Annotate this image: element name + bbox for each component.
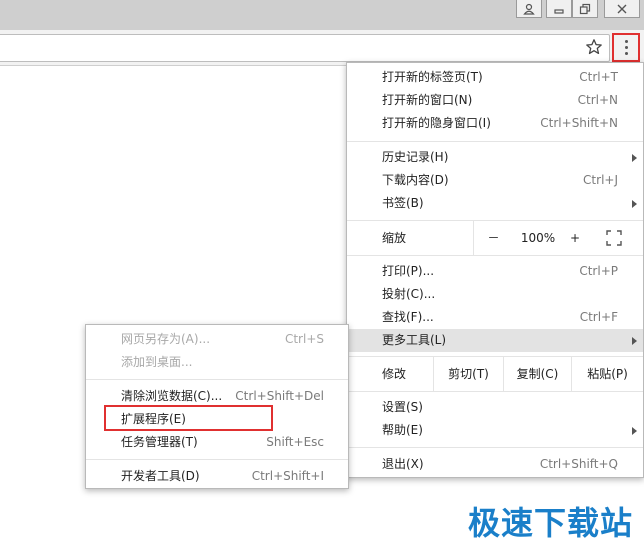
menu-row-zoom: 缩放 － 100% +: [347, 221, 643, 255]
menu-item-label: 打开新的窗口(N): [382, 93, 473, 107]
menu-item-shortcut: Ctrl+Shift+Q: [539, 457, 618, 471]
menu-item-label: 历史记录(H): [382, 150, 449, 164]
menu-item-label: 退出(X): [382, 457, 424, 471]
menu-item-cast[interactable]: 投射(C)...: [347, 283, 643, 306]
fullscreen-icon[interactable]: [606, 230, 622, 246]
chrome-main-menu: 打开新的标签页(T) Ctrl+T 打开新的窗口(N) Ctrl+N 打开新的隐…: [346, 62, 644, 478]
menu-item-label: 清除浏览数据(C)...: [121, 389, 223, 403]
star-icon[interactable]: [585, 38, 603, 56]
menu-row-edit: 修改 剪切(T) 复制(C) 粘贴(P): [347, 357, 643, 391]
submenu-item-add-to-desktop: 添加到桌面...: [86, 351, 348, 374]
menu-item-label: 开发者工具(D): [121, 469, 200, 483]
zoom-in-button[interactable]: +: [563, 221, 587, 255]
menu-item-shortcut: Ctrl+Shift+Del: [235, 389, 324, 403]
menu-separator: [347, 447, 643, 448]
menu-item-find[interactable]: 查找(F)... Ctrl+F: [347, 306, 643, 329]
menu-item-label: 帮助(E): [382, 423, 423, 437]
chevron-right-icon: [632, 154, 637, 162]
menu-item-shortcut: Ctrl+P: [579, 264, 618, 278]
submenu-item-dev-tools[interactable]: 开发者工具(D) Ctrl+Shift+I: [86, 465, 348, 488]
menu-item-settings[interactable]: 设置(S): [347, 396, 643, 419]
paste-button[interactable]: 粘贴(P): [571, 357, 643, 391]
menu-item-label: 书签(B): [382, 196, 424, 210]
menu-separator: [86, 379, 348, 380]
restore-icon[interactable]: [572, 0, 598, 18]
menu-item-exit[interactable]: 退出(X) Ctrl+Shift+Q: [347, 453, 643, 476]
menu-item-bookmarks[interactable]: 书签(B): [347, 192, 643, 215]
copy-button[interactable]: 复制(C): [503, 357, 571, 391]
menu-item-label: 下载内容(D): [382, 173, 449, 187]
menu-item-label: 打开新的隐身窗口(I): [382, 116, 491, 130]
menu-item-shortcut: Ctrl+F: [579, 310, 618, 324]
menu-item-shortcut: Ctrl+T: [579, 70, 618, 84]
minimize-icon[interactable]: [546, 0, 572, 18]
three-dots-icon[interactable]: [612, 33, 640, 62]
menu-item-label: 打开新的标签页(T): [382, 70, 483, 84]
menu-item-label: 添加到桌面...: [121, 355, 193, 369]
menu-item-label: 查找(F)...: [382, 310, 434, 324]
submenu-item-task-manager[interactable]: 任务管理器(T) Shift+Esc: [86, 431, 348, 454]
browser-toolbar: [0, 30, 644, 66]
menu-item-shortcut: Ctrl+J: [583, 173, 618, 187]
chevron-right-icon: [632, 337, 637, 345]
chevron-right-icon: [632, 200, 637, 208]
zoom-value: 100%: [520, 231, 556, 245]
menu-separator: [347, 141, 643, 142]
menu-item-shortcut: Ctrl+S: [284, 332, 324, 346]
zoom-out-button[interactable]: －: [473, 221, 513, 255]
menu-item-new-tab[interactable]: 打开新的标签页(T) Ctrl+T: [347, 66, 643, 89]
menu-item-shortcut: Ctrl+Shift+I: [251, 469, 324, 483]
menu-item-history[interactable]: 历史记录(H): [347, 146, 643, 169]
submenu-item-extensions[interactable]: 扩展程序(E): [86, 408, 348, 431]
menu-item-print[interactable]: 打印(P)... Ctrl+P: [347, 260, 643, 283]
menu-item-downloads[interactable]: 下载内容(D) Ctrl+J: [347, 169, 643, 192]
menu-item-label: 打印(P)...: [382, 264, 435, 278]
menu-item-label: 投射(C)...: [382, 287, 436, 301]
menu-item-shortcut: Ctrl+Shift+N: [540, 116, 618, 130]
menu-item-label: 扩展程序(E): [121, 412, 186, 426]
menu-item-shortcut: Shift+Esc: [266, 435, 324, 449]
menu-separator: [347, 391, 643, 392]
more-tools-submenu: 网页另存为(A)... Ctrl+S 添加到桌面... 清除浏览数据(C)...…: [85, 324, 349, 489]
zoom-label: 缩放: [382, 231, 407, 245]
close-icon[interactable]: [604, 0, 640, 18]
menu-separator: [347, 255, 643, 256]
menu-item-label: 网页另存为(A)...: [121, 332, 211, 346]
menu-item-label: 更多工具(L): [382, 333, 447, 347]
menu-item-more-tools[interactable]: 更多工具(L): [347, 329, 643, 352]
menu-item-new-incognito[interactable]: 打开新的隐身窗口(I) Ctrl+Shift+N: [347, 112, 643, 135]
chevron-right-icon: [632, 427, 637, 435]
site-watermark: 极速下载站: [468, 504, 634, 542]
cut-button[interactable]: 剪切(T): [433, 357, 503, 391]
menu-separator: [86, 459, 348, 460]
title-bar: [0, 0, 644, 30]
menu-item-new-window[interactable]: 打开新的窗口(N) Ctrl+N: [347, 89, 643, 112]
menu-item-shortcut: Ctrl+N: [577, 93, 618, 107]
menu-item-help[interactable]: 帮助(E): [347, 419, 643, 442]
address-bar[interactable]: [0, 34, 610, 62]
submenu-item-clear-data[interactable]: 清除浏览数据(C)... Ctrl+Shift+Del: [86, 385, 348, 408]
menu-item-label: 设置(S): [382, 400, 423, 414]
submenu-item-save-page: 网页另存为(A)... Ctrl+S: [86, 328, 348, 351]
menu-item-label: 任务管理器(T): [121, 435, 198, 449]
user-icon[interactable]: [516, 0, 542, 18]
edit-label: 修改: [382, 367, 407, 381]
